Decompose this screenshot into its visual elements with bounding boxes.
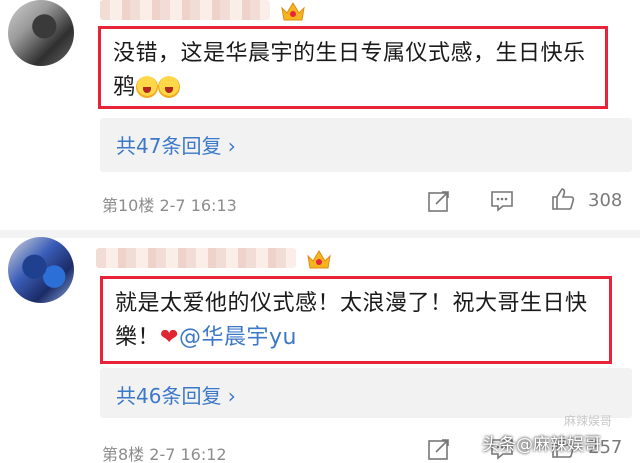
- watermark-text: 头条@麻辣娱哥: [482, 435, 601, 455]
- user-avatar[interactable]: [8, 237, 74, 303]
- comment-text: 就是太爱他的仪式感！太浪漫了！祝大哥生日快樂！❤@华晨宇yu: [115, 287, 599, 355]
- crying-emoji-icon: [135, 76, 158, 98]
- user-mention-link[interactable]: @华晨宇yu: [179, 325, 297, 350]
- comment-text-content: 没错，这是华晨宇的生日专属仪式感，生日快乐鸦: [113, 41, 586, 100]
- reply-summary[interactable]: 共47条回复 ›: [100, 118, 632, 172]
- comment-date: 2-7 16:13: [159, 196, 237, 215]
- like-icon[interactable]: [550, 186, 576, 212]
- share-icon[interactable]: [426, 188, 452, 214]
- crying-emoji-icon: [157, 76, 180, 98]
- crown-icon: [281, 2, 305, 21]
- comment-highlight-box: 没错，这是华晨宇的生日专属仪式感，生日快乐鸦: [98, 26, 608, 109]
- like-count: 308: [588, 190, 623, 211]
- heart-icon: ❤: [160, 325, 179, 350]
- comment-divider: [0, 230, 640, 238]
- floor-number: 第10楼: [102, 196, 155, 215]
- watermark-logo: 麻辣娱哥: [564, 414, 613, 428]
- comment-text: 没错，这是华晨宇的生日专属仪式感，生日快乐鸦: [113, 37, 595, 105]
- view-replies-link[interactable]: 共47条回复 ›: [116, 130, 236, 159]
- reply-summary[interactable]: 共46条回复 ›: [100, 368, 632, 418]
- comment-meta: 第10楼 2-7 16:13: [102, 192, 237, 216]
- crown-icon: [307, 250, 331, 269]
- floor-number: 第8楼: [102, 445, 145, 463]
- username-blurred[interactable]: [100, 0, 270, 20]
- comment-highlight-box: 就是太爱他的仪式感！太浪漫了！祝大哥生日快樂！❤@华晨宇yu: [100, 276, 612, 364]
- username-blurred[interactable]: [96, 248, 296, 268]
- view-replies-link[interactable]: 共46条回复 ›: [116, 380, 236, 409]
- comment-date: 2-7 16:12: [149, 445, 227, 463]
- comment-meta: 第8楼 2-7 16:12: [102, 441, 227, 463]
- comment-icon[interactable]: [489, 188, 515, 214]
- share-icon[interactable]: [426, 436, 452, 462]
- user-avatar[interactable]: [8, 0, 74, 66]
